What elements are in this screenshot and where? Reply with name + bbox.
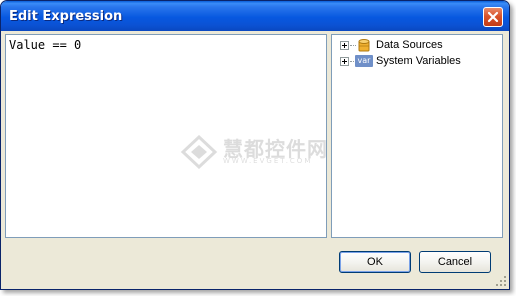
tree-node-label: System Variables	[376, 55, 461, 67]
title-bar[interactable]: Edit Expression	[1, 1, 509, 31]
close-icon	[487, 11, 499, 23]
edit-expression-dialog: Edit Expression Value == 0 Data Sources …	[0, 0, 510, 290]
expression-editor[interactable]: Value == 0	[5, 34, 327, 238]
expand-icon[interactable]	[340, 41, 349, 50]
data-tree[interactable]: Data Sources var System Variables	[331, 34, 503, 238]
expand-icon[interactable]	[340, 57, 349, 66]
window-title: Edit Expression	[9, 9, 123, 24]
expression-text: Value == 0	[9, 38, 82, 52]
variable-icon: var	[355, 55, 373, 67]
cancel-button[interactable]: Cancel	[419, 251, 491, 273]
resize-grip-icon[interactable]	[495, 275, 507, 287]
ok-button[interactable]: OK	[339, 251, 411, 273]
close-button[interactable]	[483, 7, 503, 27]
tree-node-label: Data Sources	[376, 39, 443, 51]
tree-connector	[350, 45, 356, 46]
database-icon	[358, 39, 370, 52]
